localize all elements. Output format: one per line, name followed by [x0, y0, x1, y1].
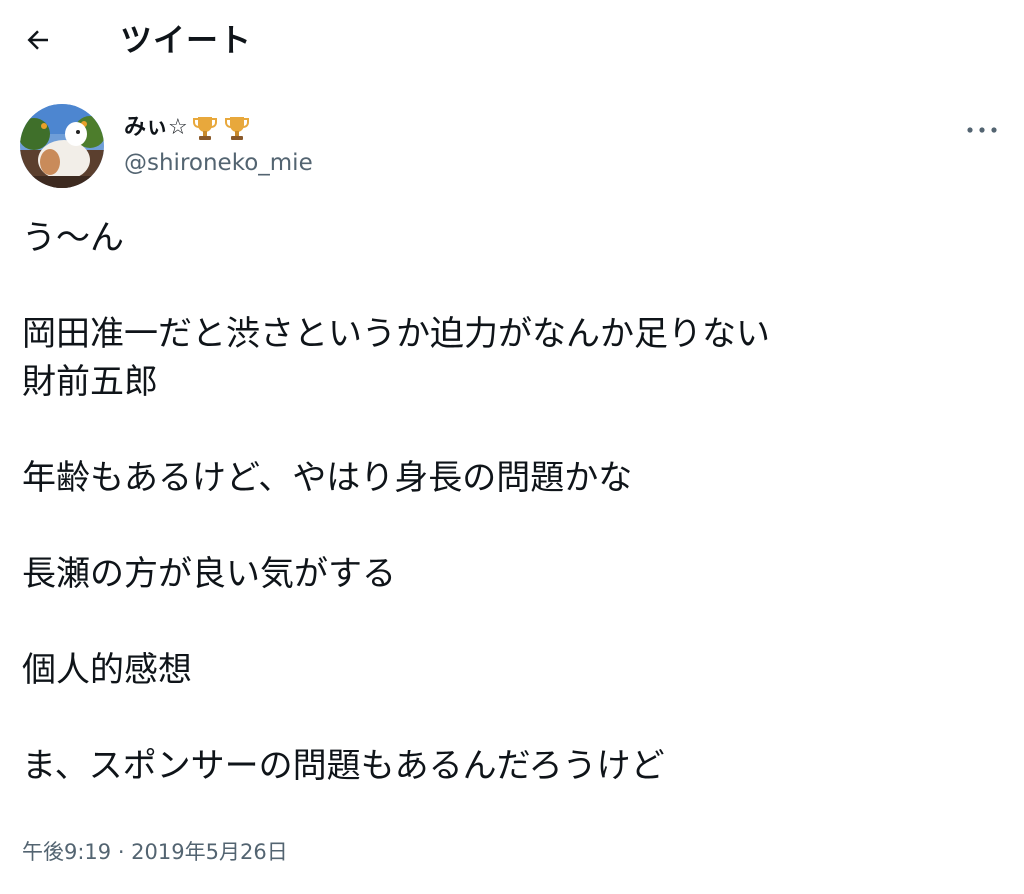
avatar-photo — [20, 104, 104, 188]
author-display-name[interactable]: みぃ☆ — [124, 110, 252, 146]
more-button[interactable] — [962, 112, 1002, 148]
author-handle[interactable]: @shironeko_mie — [124, 147, 313, 179]
page-title: ツイート — [120, 21, 253, 59]
tweet-line: 年齢もあるけど、やはり身長の問題かな — [22, 458, 633, 498]
back-button[interactable] — [18, 20, 58, 60]
display-name-text: みぃ☆ — [124, 115, 188, 140]
tweet-line: 財前五郎 — [22, 362, 158, 402]
trophy-icon — [224, 117, 249, 140]
tweet-line: う〜ん — [22, 218, 124, 258]
tweet-line: 長瀬の方が良い気がする — [22, 554, 396, 594]
tweet-timestamp[interactable]: 午後9:19 · 2019年5月26日 — [22, 836, 288, 868]
tweet-line: ま、スポンサーの問題もあるんだろうけど — [22, 746, 665, 786]
tweet-text: う〜ん 岡田准一だと渋さというか迫力がなんか足りない 財前五郎 年齢もあるけど、… — [22, 214, 1002, 790]
top-bar: ツイート — [0, 0, 1024, 80]
trophy-icon — [192, 117, 217, 140]
tweet-line: 岡田准一だと渋さというか迫力がなんか足りない — [22, 314, 770, 354]
avatar[interactable] — [20, 104, 104, 188]
tweet-line: 個人的感想 — [22, 650, 192, 690]
arrow-left-icon — [27, 30, 48, 50]
more-horizontal-icon — [967, 127, 997, 133]
